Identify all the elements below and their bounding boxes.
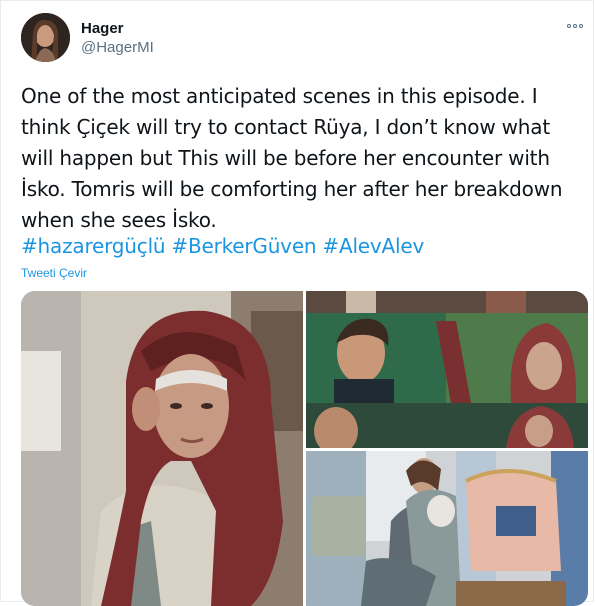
user-handle[interactable]: @HagerMI bbox=[81, 39, 154, 56]
photo-woman-headscarf-image bbox=[21, 291, 303, 606]
tweet-text-line: when she sees İsko. bbox=[21, 208, 217, 232]
translate-tweet-link[interactable]: Tweeti Çevir bbox=[21, 266, 87, 280]
profile-photo-icon bbox=[21, 13, 70, 62]
dot bbox=[579, 24, 583, 28]
tweet-card: Hager @HagerMI One of the most anticipat… bbox=[0, 0, 594, 606]
collage-man-and-woman-image bbox=[306, 291, 588, 448]
hashtag-link-berkerguven[interactable]: #BerkerGüven bbox=[171, 234, 316, 258]
tweet-text-line: İsko. Tomris will be comforting her afte… bbox=[21, 177, 563, 201]
tweet-text-line: will happen but This will be before her … bbox=[21, 146, 550, 170]
hashtag-link-hazarerguclu[interactable]: #hazarergüçlü bbox=[21, 234, 166, 258]
tweet-text-line: think Çiçek will try to contact Rüya, I … bbox=[21, 115, 550, 139]
more-options-icon[interactable] bbox=[567, 19, 589, 33]
tweet-text: One of the most anticipated scenes in th… bbox=[21, 81, 581, 236]
dot bbox=[567, 24, 571, 28]
photo-women-embracing[interactable] bbox=[306, 451, 588, 606]
display-name[interactable]: Hager bbox=[81, 20, 124, 37]
avatar[interactable] bbox=[21, 13, 70, 62]
hashtags: #hazarergüçlü #BerkerGüven #AlevAlev bbox=[21, 233, 430, 259]
hashtag-link-alevalev[interactable]: #AlevAlev bbox=[322, 234, 424, 258]
photo-women-embracing-image bbox=[306, 451, 588, 606]
tweet-text-line: One of the most anticipated scenes in th… bbox=[21, 84, 538, 108]
dot bbox=[573, 24, 577, 28]
media-grid bbox=[21, 291, 588, 606]
collage-man-and-woman[interactable] bbox=[306, 291, 588, 448]
photo-woman-headscarf[interactable] bbox=[21, 291, 303, 606]
